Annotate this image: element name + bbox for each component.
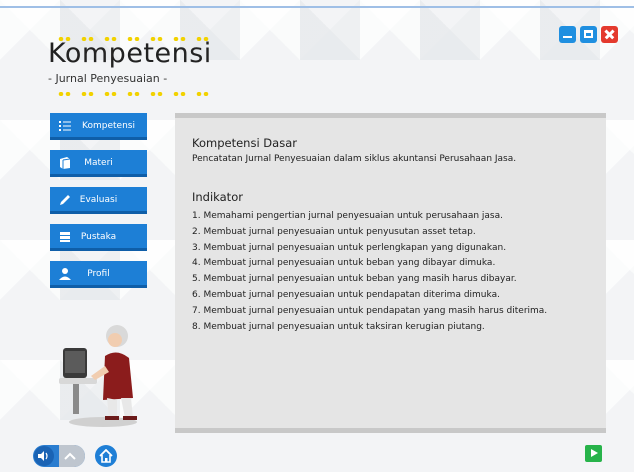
menu-item-label: Evaluasi — [79, 195, 118, 205]
list-item: 3. Membuat jurnal penyesuaian untuk perl… — [192, 242, 507, 253]
list-item: 7. Membuat jurnal penyesuaian untuk pend… — [192, 305, 548, 316]
list-item: 1. Memahami pengertian jurnal penyesuaia… — [192, 211, 503, 221]
minimize-button[interactable] — [559, 26, 576, 43]
menu-item-kompetensi[interactable]: Kompetensi — [50, 113, 147, 140]
home-icon — [99, 449, 113, 463]
speaker-icon — [38, 451, 48, 461]
menu-item-materi[interactable]: Materi — [50, 150, 147, 177]
decorative-dots-bottom — [58, 92, 209, 96]
list-item: 4. Membuat jurnal penyesuaian untuk beba… — [192, 258, 496, 269]
chevron-up-icon — [64, 452, 76, 460]
indikator-list: 1. Memahami pengertian jurnal penyesuaia… — [192, 209, 547, 335]
home-button[interactable] — [95, 445, 117, 467]
top-border-line — [0, 6, 634, 8]
person-at-computer-illustration — [59, 325, 137, 427]
list-item: 8. Membuat jurnal penyesuaian untuk taks… — [192, 321, 485, 332]
menu-item-label: Materi — [84, 158, 113, 168]
indikator-heading: Indikator — [192, 190, 243, 204]
menu-item-label: Pustaka — [80, 232, 117, 242]
close-button[interactable] — [601, 26, 618, 43]
menu-item-profil[interactable]: Profil — [50, 261, 147, 288]
next-button[interactable] — [585, 445, 602, 462]
page-title: Kompetensi — [48, 38, 212, 69]
list-item: 5. Membuat jurnal penyesuaian untuk beba… — [192, 274, 517, 285]
menu-item-evaluasi[interactable]: Evaluasi — [50, 187, 147, 214]
content-panel: Kompetensi Dasar Pencatatan Jurnal Penye… — [175, 113, 606, 433]
kompetensi-dasar-text: Pencatatan Jurnal Penyesuaian dalam sikl… — [192, 154, 517, 164]
page-subtitle: - Jurnal Penyesuaian - — [48, 72, 168, 85]
list-item: 2. Membuat jurnal penyesuaian untuk peny… — [192, 226, 476, 237]
menu-item-pustaka[interactable]: Pustaka — [50, 224, 147, 251]
list-item: 6. Membuat jurnal penyesuaian untuk pend… — [192, 289, 500, 300]
kompetensi-dasar-heading: Kompetensi Dasar — [192, 136, 297, 150]
maximize-button[interactable] — [580, 26, 597, 43]
menu-item-label: Profil — [87, 269, 110, 279]
menu-item-label: Kompetensi — [82, 121, 135, 131]
sound-toggle[interactable] — [33, 445, 85, 467]
